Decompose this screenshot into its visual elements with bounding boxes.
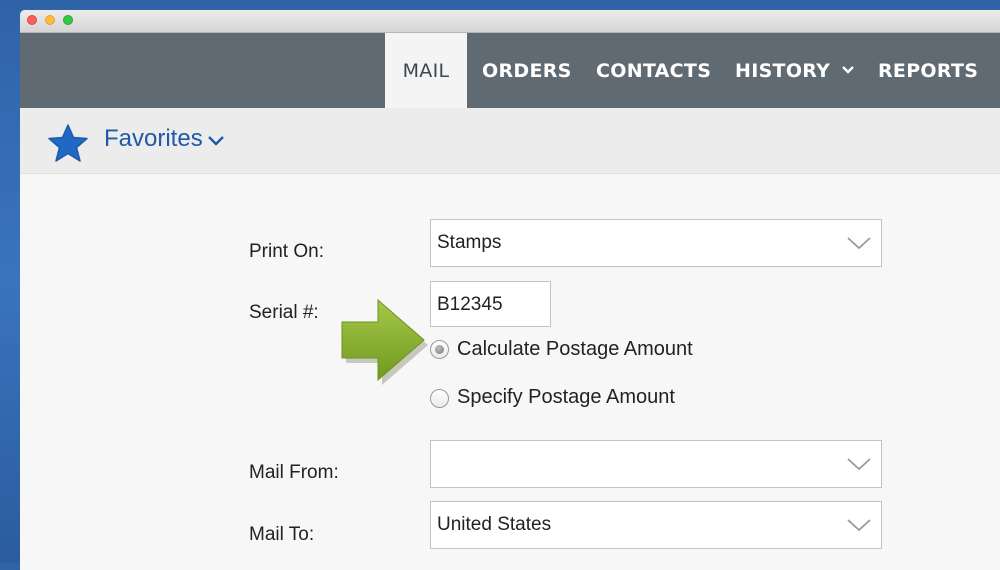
chevron-down-icon [847, 519, 871, 532]
calculate-postage-label[interactable]: Calculate Postage Amount [457, 338, 693, 361]
title-bar [20, 10, 1000, 33]
minimize-window-button[interactable] [45, 15, 55, 25]
print-on-value: Stamps [437, 232, 502, 253]
calculate-postage-radio[interactable] [430, 340, 449, 359]
tab-history[interactable]: HISTORY [735, 33, 855, 108]
tab-history-label: HISTORY [735, 60, 831, 82]
tab-reports[interactable]: REPORTS [878, 33, 978, 108]
green-arrow-icon [341, 298, 428, 385]
specify-postage-label[interactable]: Specify Postage Amount [457, 386, 675, 409]
star-icon[interactable] [48, 124, 88, 162]
tab-mail[interactable]: MAIL [385, 33, 467, 108]
app-window: MAIL ORDERS CONTACTS HISTORY REPORTS Fav… [20, 10, 1000, 570]
mail-to-select[interactable]: United States [430, 501, 882, 549]
mail-to-value: United States [437, 514, 552, 535]
tab-contacts-label: CONTACTS [596, 60, 712, 82]
serial-input[interactable]: B12345 [430, 281, 551, 327]
mail-to-label: Mail To: [249, 524, 315, 545]
serial-value: B12345 [437, 294, 503, 315]
tab-orders[interactable]: ORDERS [482, 33, 572, 108]
specify-postage-radio[interactable] [430, 389, 449, 408]
print-on-label: Print On: [249, 241, 324, 262]
chevron-down-icon [847, 458, 871, 471]
favorites-menu[interactable]: Favorites [104, 125, 203, 153]
mail-form: Print On: Stamps Serial #: B12345 Calcul… [20, 174, 1000, 570]
tab-orders-label: ORDERS [482, 60, 572, 82]
print-on-select[interactable]: Stamps [430, 219, 882, 267]
chevron-down-icon [842, 65, 854, 74]
close-window-button[interactable] [27, 15, 37, 25]
main-nav: MAIL ORDERS CONTACTS HISTORY REPORTS [20, 33, 1000, 108]
favorites-bar: Favorites [20, 108, 1000, 174]
tab-contacts[interactable]: CONTACTS [596, 33, 711, 108]
tab-reports-label: REPORTS [878, 60, 979, 82]
mail-from-select[interactable] [430, 440, 882, 488]
mail-from-label: Mail From: [249, 462, 339, 483]
tab-mail-label: MAIL [402, 60, 450, 82]
serial-label: Serial #: [249, 302, 319, 323]
chevron-down-icon[interactable] [207, 135, 225, 147]
zoom-window-button[interactable] [63, 15, 73, 25]
chevron-down-icon [847, 237, 871, 250]
